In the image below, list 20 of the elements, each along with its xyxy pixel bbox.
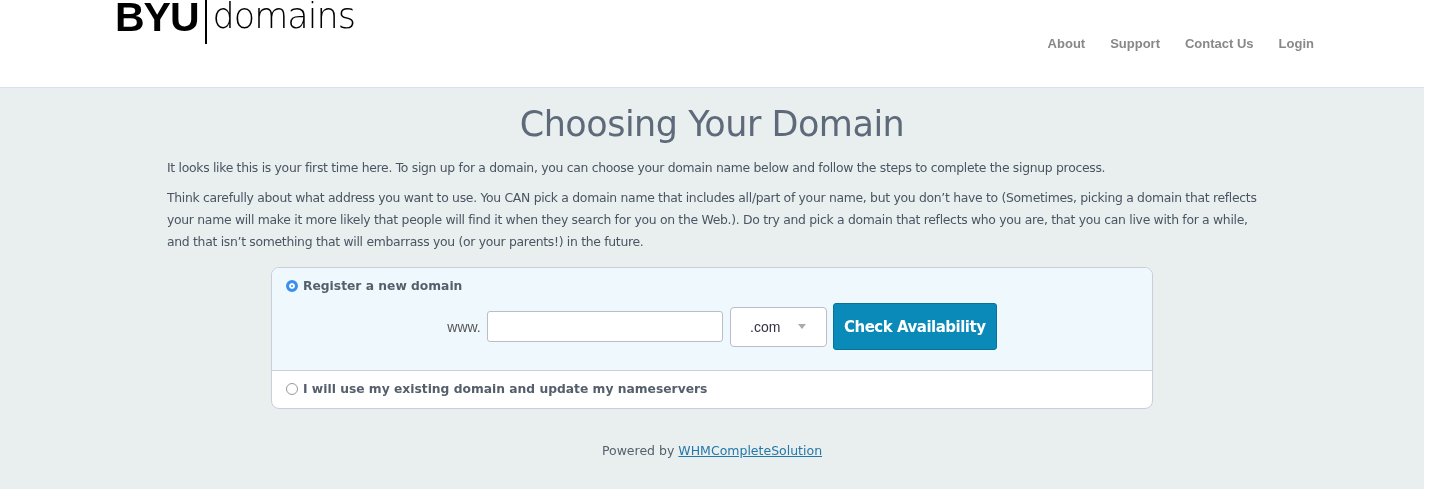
radio-button[interactable] [286,280,298,292]
intro-paragraph: It looks like this is your first time here. To sign up for a domain, you can choose your domain name below and follow the steps to complete the signup process. [167,159,1107,177]
domain-prefix: www. [447,318,481,335]
nav-link[interactable]: Contact Us [1185,36,1254,52]
option-label[interactable]: I will use my existing domain and update my nameservers [303,382,708,396]
caret-icon [798,324,807,329]
nav-link[interactable]: About [1047,36,1086,52]
intro-paragraph: Think carefully about what address you want to use. You CAN pick a domain name that includes all/part of your name, but you don’t have to (Sometimes, picking a domain that reflects your name will make it more likely that people will find it when they search for you on the Web.). Do try and pick a domain that reflects who you are, that you can live with for a while, and that isn’t something that will embarrass you (or your parents!) in the future. [167,189,1257,251]
check-availability-button[interactable]: Check Availability [832,303,997,350]
tld-dropdown[interactable]: .com [729,306,827,347]
logo-wordmark[interactable]: BYU [115,0,199,40]
logo-wordmark-suffix[interactable]: domains [212,0,355,38]
nav-link[interactable]: Login [1278,36,1314,52]
nav-link[interactable]: Support [1110,36,1160,52]
page-title: Choosing Your Domain [518,103,906,145]
footer-link[interactable]: WHMCompleteSolution [678,443,823,458]
option-label[interactable]: Register a new domain [303,279,463,293]
footer-text: Powered by [601,443,675,458]
radio-button[interactable] [286,383,298,395]
domain-input-field[interactable] [486,311,723,342]
